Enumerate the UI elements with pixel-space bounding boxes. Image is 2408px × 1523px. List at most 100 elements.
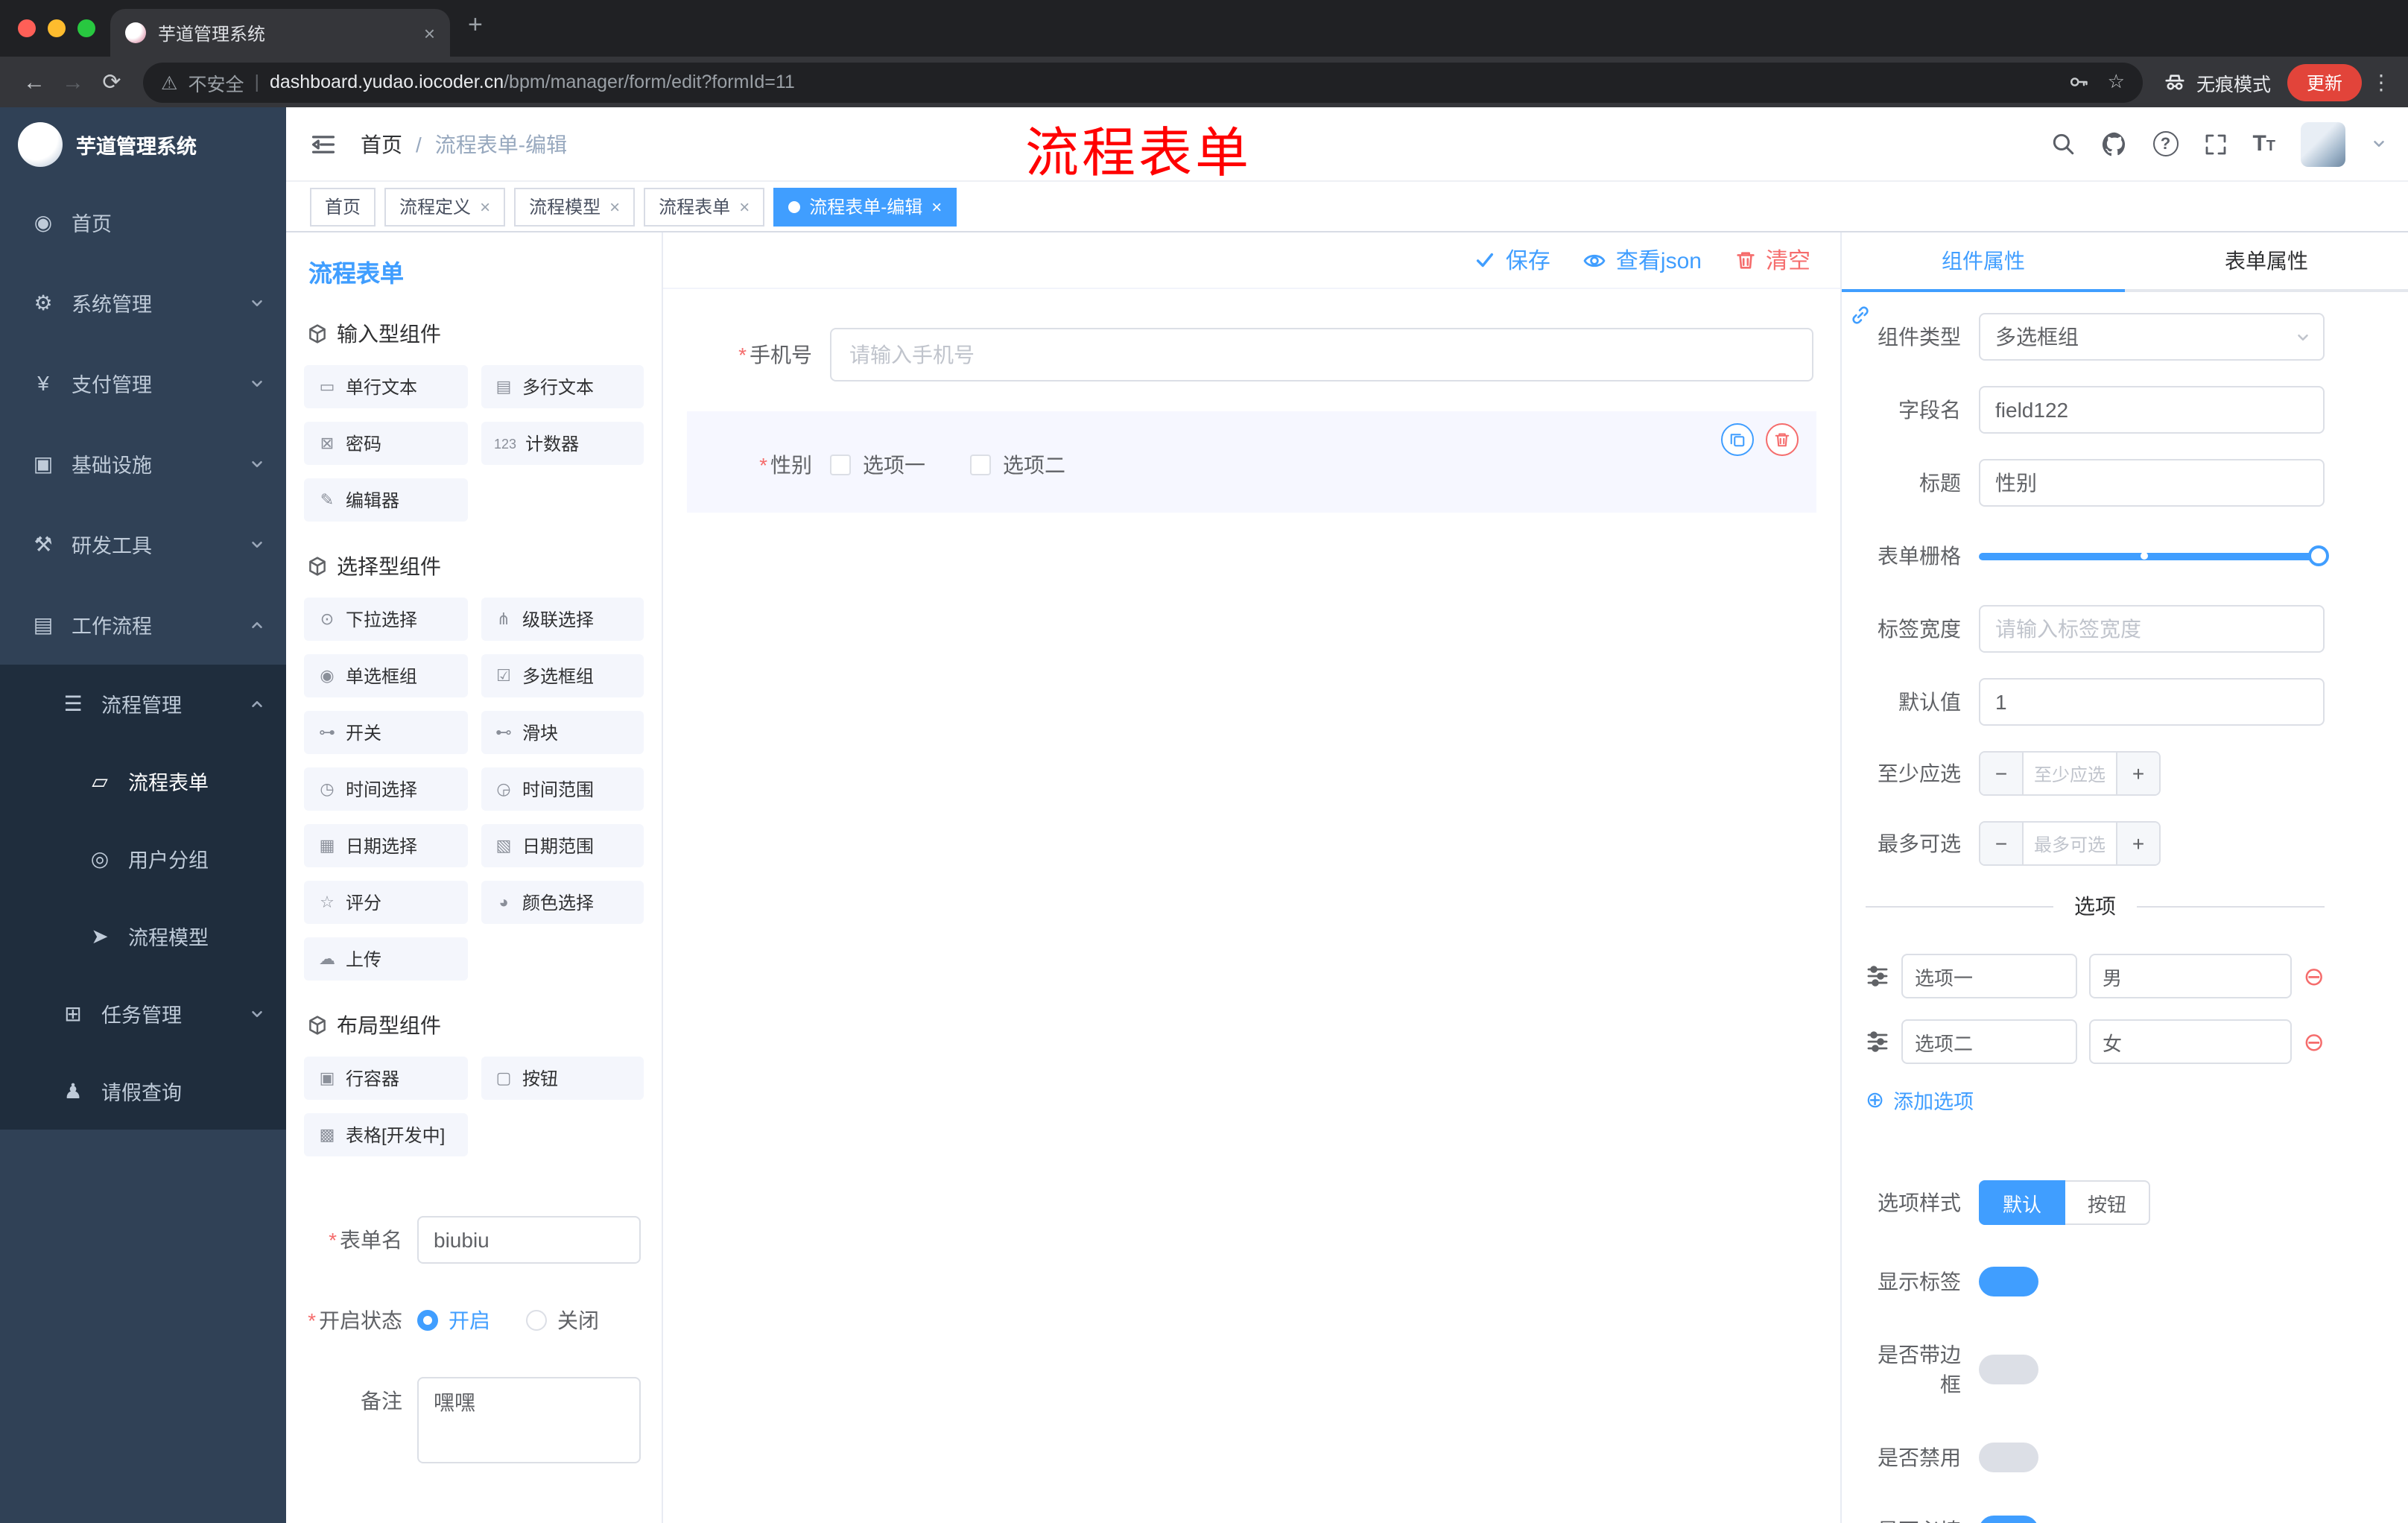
- reload-button[interactable]: ⟳: [92, 69, 131, 95]
- tag-process-form-edit[interactable]: 流程表单-编辑 ×: [773, 187, 957, 226]
- rate-chip[interactable]: ☆ 评分: [304, 881, 467, 924]
- title-input[interactable]: [1979, 459, 2325, 507]
- font-size-icon[interactable]: TT: [2252, 131, 2275, 156]
- slider-handle[interactable]: [2308, 545, 2329, 566]
- sidebar-item-workflow[interactable]: ▤ 工作流程: [0, 584, 286, 665]
- default-value-input[interactable]: [1979, 678, 2325, 726]
- label-width-input[interactable]: [1979, 605, 2325, 653]
- field-name-input[interactable]: [1979, 386, 2325, 434]
- time-picker-chip[interactable]: ◷ 时间选择: [304, 767, 467, 811]
- radio-group-chip[interactable]: ◉ 单选框组: [304, 654, 467, 697]
- link-icon[interactable]: [1849, 304, 1872, 326]
- tag-home[interactable]: 首页: [310, 187, 376, 226]
- tab-form-props[interactable]: 表单属性: [2125, 232, 2408, 289]
- textarea-chip[interactable]: ▤ 多行文本: [481, 365, 644, 408]
- phone-input[interactable]: [830, 328, 1813, 381]
- form-grid-slider[interactable]: [1979, 532, 2329, 580]
- stepper-increase-button[interactable]: +: [2116, 823, 2159, 864]
- sidebar-item-process-form[interactable]: ▱ 流程表单: [0, 742, 286, 820]
- github-icon[interactable]: [2100, 130, 2127, 157]
- app-logo-row[interactable]: 芋道管理系统: [0, 107, 286, 182]
- component-type-select[interactable]: 多选框组: [1979, 313, 2325, 361]
- user-avatar[interactable]: [2301, 121, 2345, 166]
- sidebar-item-task-management[interactable]: ⊞ 任务管理: [0, 975, 286, 1052]
- cascader-chip[interactable]: ⋔ 级联选择: [481, 598, 644, 641]
- address-bar[interactable]: ⚠ 不安全 | dashboard.yudao.iocoder.cn /bpm/…: [143, 62, 2143, 102]
- delete-widget-button[interactable]: [1766, 423, 1799, 456]
- status-radio-on[interactable]: 开启: [417, 1305, 490, 1335]
- max-select-value[interactable]: 最多可选: [2024, 823, 2116, 864]
- text-input-chip[interactable]: ▭ 单行文本: [304, 365, 467, 408]
- sidebar-item-payment[interactable]: ¥ 支付管理: [0, 343, 286, 423]
- view-json-button[interactable]: 查看json: [1583, 244, 1702, 276]
- minimize-window-button[interactable]: [48, 19, 66, 37]
- date-picker-chip[interactable]: ▦ 日期选择: [304, 824, 467, 867]
- sidebar-item-process-model[interactable]: ➤ 流程模型: [0, 897, 286, 975]
- slider-chip[interactable]: ⊷ 滑块: [481, 711, 644, 754]
- tag-process-model[interactable]: 流程模型 ×: [514, 187, 636, 226]
- table-chip[interactable]: ▩ 表格[开发中]: [304, 1113, 467, 1156]
- copy-widget-button[interactable]: [1721, 423, 1754, 456]
- select-chip[interactable]: ⊙ 下拉选择: [304, 598, 467, 641]
- close-window-button[interactable]: [18, 19, 36, 37]
- new-tab-button[interactable]: +: [468, 10, 483, 40]
- sidebar-item-system[interactable]: ⚙ 系统管理: [0, 262, 286, 343]
- stepper-decrease-button[interactable]: −: [1980, 753, 2024, 794]
- back-button[interactable]: ←: [15, 69, 54, 95]
- show-label-toggle[interactable]: [1979, 1267, 2038, 1296]
- tab-component-props[interactable]: 组件属性: [1842, 232, 2125, 292]
- phone-field-widget[interactable]: * 手机号: [687, 310, 1816, 399]
- tag-process-form[interactable]: 流程表单 ×: [644, 187, 765, 226]
- disabled-toggle[interactable]: [1979, 1443, 2038, 1472]
- form-name-input[interactable]: [417, 1216, 641, 1264]
- gender-option-2-checkbox[interactable]: 选项二: [970, 450, 1065, 480]
- gender-checkbox-widget[interactable]: * 性别 选项一 选项二: [687, 411, 1816, 513]
- remove-option-icon[interactable]: ⊖: [2304, 963, 2325, 989]
- browser-menu-button[interactable]: ⋮: [2369, 69, 2393, 95]
- upload-chip[interactable]: ☁ 上传: [304, 937, 467, 981]
- stepper-decrease-button[interactable]: −: [1980, 823, 2024, 864]
- search-icon[interactable]: [2050, 131, 2075, 156]
- key-icon[interactable]: [2069, 72, 2090, 92]
- breadcrumb-home[interactable]: 首页: [361, 129, 402, 159]
- tab-close-icon[interactable]: ×: [424, 22, 435, 44]
- sidebar-item-infrastructure[interactable]: ▣ 基础设施: [0, 423, 286, 504]
- tag-close-icon[interactable]: ×: [609, 196, 620, 217]
- stepper-increase-button[interactable]: +: [2116, 753, 2159, 794]
- status-radio-off[interactable]: 关闭: [526, 1305, 599, 1335]
- style-default-button[interactable]: 默认: [1979, 1180, 2066, 1225]
- save-button[interactable]: 保存: [1474, 244, 1550, 276]
- drag-handle-icon[interactable]: [1866, 964, 1889, 988]
- remove-option-icon[interactable]: ⊖: [2304, 1029, 2325, 1054]
- checkbox-group-chip[interactable]: ☑ 多选框组: [481, 654, 644, 697]
- security-label[interactable]: 不安全: [188, 68, 244, 96]
- browser-update-button[interactable]: 更新: [2287, 63, 2362, 101]
- time-range-chip[interactable]: ◶ 时间范围: [481, 767, 644, 811]
- tag-close-icon[interactable]: ×: [931, 196, 942, 217]
- drag-handle-icon[interactable]: [1866, 1030, 1889, 1054]
- sidebar-item-home[interactable]: ◉ 首页: [0, 182, 286, 262]
- sidebar-toggle-icon[interactable]: [310, 130, 337, 157]
- sidebar-item-leave-query[interactable]: ♟ 请假查询: [0, 1052, 286, 1130]
- fullscreen-icon[interactable]: [2203, 132, 2227, 156]
- border-toggle[interactable]: [1979, 1355, 2038, 1384]
- sidebar-item-user-group[interactable]: ◎ 用户分组: [0, 820, 286, 897]
- option-2-label-input[interactable]: [1901, 1019, 2077, 1064]
- required-toggle[interactable]: [1979, 1516, 2038, 1523]
- add-option-button[interactable]: ⊕ 添加选项: [1866, 1085, 2325, 1115]
- clear-button[interactable]: 清空: [1734, 244, 1810, 276]
- sidebar-item-devtools[interactable]: ⚒ 研发工具: [0, 504, 286, 584]
- gender-option-1-checkbox[interactable]: 选项一: [830, 450, 925, 480]
- forward-button[interactable]: →: [54, 69, 92, 95]
- sidebar-item-process-management[interactable]: ☰ 流程管理: [0, 665, 286, 742]
- color-picker-chip[interactable]: ◕ 颜色选择: [481, 881, 644, 924]
- tag-process-definition[interactable]: 流程定义 ×: [384, 187, 506, 226]
- date-range-chip[interactable]: ▧ 日期范围: [481, 824, 644, 867]
- help-icon[interactable]: ?: [2152, 131, 2179, 156]
- editor-chip[interactable]: ✎ 编辑器: [304, 478, 467, 522]
- min-select-value[interactable]: 至少应选: [2024, 753, 2116, 794]
- button-chip[interactable]: ▢ 按钮: [481, 1057, 644, 1100]
- counter-chip[interactable]: 123 计数器: [481, 422, 644, 465]
- option-1-value-input[interactable]: [2089, 954, 2292, 998]
- switch-chip[interactable]: ⊶ 开关: [304, 711, 467, 754]
